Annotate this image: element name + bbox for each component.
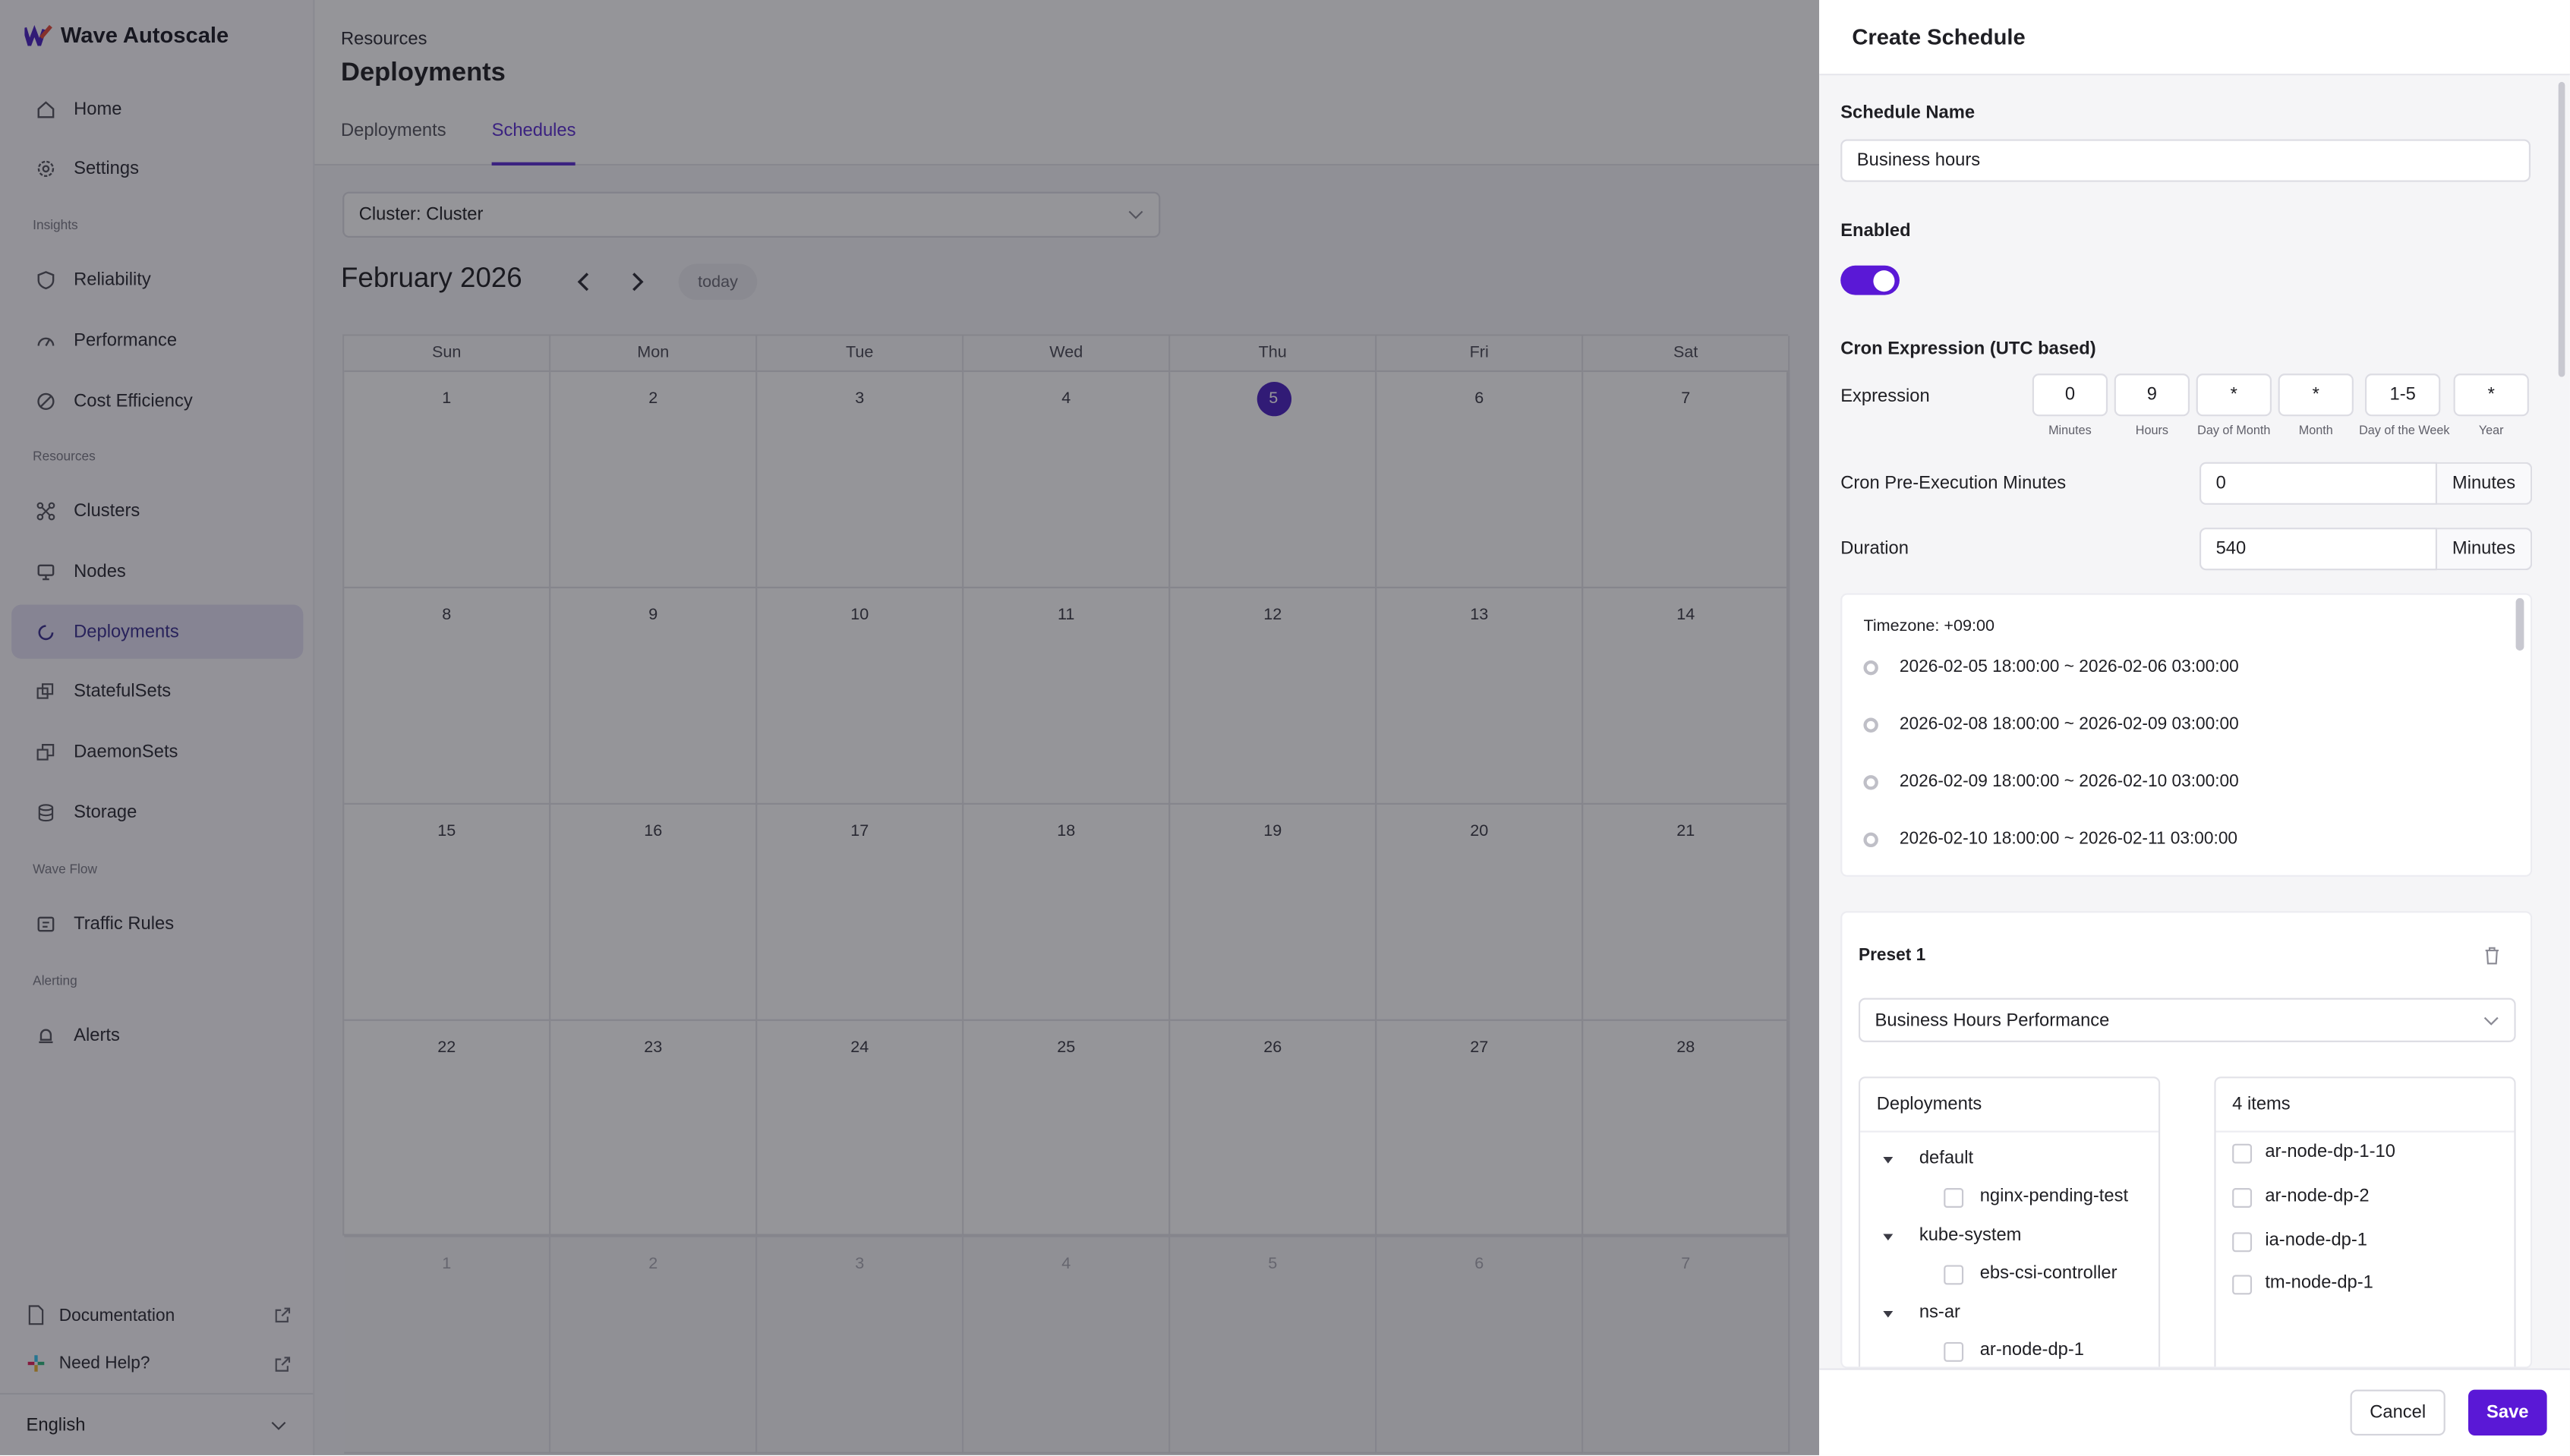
preset-select-value: Business Hours Performance <box>1875 1010 2110 1030</box>
tree-deployment[interactable]: ebs-csi-controller <box>1980 1263 2117 1283</box>
timeline-dot <box>1863 832 1878 848</box>
schedule-name-value: Business hours <box>1856 150 1981 171</box>
drawer-title: Create Schedule <box>1819 0 2570 76</box>
timezone-label: Timezone: +09:00 <box>1863 617 1995 636</box>
pre-execution-unit: Minutes <box>2436 462 2533 505</box>
cron-day-of-week-input[interactable]: 1-5 <box>2365 373 2441 417</box>
enabled-toggle[interactable] <box>1840 265 1900 295</box>
cron-expression-label: Cron Expression (UTC based) <box>1840 339 2096 359</box>
cron-minutes-input[interactable]: 0 <box>2032 373 2108 417</box>
schedule-window: 2026-02-10 18:00:00 ~ 2026-02-11 03:00:0… <box>1899 829 2238 849</box>
cron-year-caption: Year <box>2478 422 2504 438</box>
timeline-dot <box>1863 717 1878 733</box>
tree-namespace[interactable]: kube-system <box>1919 1226 2022 1246</box>
schedule-preview: Timezone: +09:00 2026-02-05 18:00:00 ~ 2… <box>1840 593 2533 877</box>
schedule-window: 2026-02-05 18:00:00 ~ 2026-02-06 03:00:0… <box>1899 657 2239 677</box>
cron-month-input[interactable]: * <box>2278 373 2354 417</box>
schedule-window: 2026-02-09 18:00:00 ~ 2026-02-10 03:00:0… <box>1899 771 2239 792</box>
duration-input[interactable]: 540 <box>2199 528 2437 571</box>
list-item[interactable]: ar-node-dp-2 <box>2265 1187 2369 1206</box>
drawer-footer: Cancel Save <box>1819 1368 2570 1455</box>
list-item[interactable]: ia-node-dp-1 <box>2265 1231 2367 1250</box>
selected-items-list: 4 items ar-node-dp-1-10 ar-node-dp-2 ia-… <box>2214 1076 2516 1367</box>
preset-title: Preset 1 <box>1858 945 1926 966</box>
deployment-checkbox[interactable] <box>1944 1341 1964 1362</box>
pre-execution-label: Cron Pre-Execution Minutes <box>1840 473 2067 493</box>
pre-execution-input[interactable]: 0 <box>2199 462 2437 505</box>
list-header: 4 items <box>2232 1095 2291 1114</box>
schedule-window: 2026-02-08 18:00:00 ~ 2026-02-09 03:00:0… <box>1899 714 2239 735</box>
cron-year-input[interactable]: * <box>2453 373 2529 417</box>
timeline-dot <box>1863 660 1878 676</box>
cron-hours-input[interactable]: 9 <box>2114 373 2190 417</box>
list-item[interactable]: tm-node-dp-1 <box>2265 1273 2373 1293</box>
duration-label: Duration <box>1840 539 1909 559</box>
drawer-scrollbar[interactable] <box>2555 75 2569 1368</box>
pre-execution-value: 0 <box>2215 473 2226 493</box>
scrollbar-thumb[interactable] <box>2558 81 2565 377</box>
expand-caret-icon[interactable] <box>1883 1310 1894 1318</box>
expand-caret-icon[interactable] <box>1883 1234 1894 1241</box>
expression-label: Expression <box>1840 386 1930 407</box>
item-checkbox[interactable] <box>2232 1275 2253 1295</box>
preset-select[interactable]: Business Hours Performance <box>1858 997 2516 1042</box>
expand-caret-icon[interactable] <box>1883 1157 1894 1164</box>
duration-unit: Minutes <box>2436 528 2533 571</box>
list-item[interactable]: ar-node-dp-1-10 <box>2265 1142 2395 1162</box>
tree-header: Deployments <box>1876 1095 1982 1114</box>
schedule-name-label: Schedule Name <box>1840 102 1976 123</box>
deployment-checkbox[interactable] <box>1944 1188 1964 1208</box>
item-checkbox[interactable] <box>2232 1188 2253 1208</box>
modal-backdrop[interactable] <box>0 0 1820 1455</box>
tree-namespace[interactable]: default <box>1919 1149 1973 1168</box>
tree-deployment[interactable]: nginx-pending-test <box>1980 1187 2128 1206</box>
save-button[interactable]: Save <box>2468 1389 2547 1436</box>
create-schedule-drawer: Create Schedule Schedule Name Business h… <box>1819 0 2570 1455</box>
schedule-name-input[interactable]: Business hours <box>1840 139 2531 182</box>
timeline-dot <box>1863 775 1878 790</box>
enabled-label: Enabled <box>1840 221 1911 241</box>
item-checkbox[interactable] <box>2232 1232 2253 1253</box>
tree-deployment[interactable]: ar-node-dp-1 <box>1980 1341 2084 1360</box>
preview-scrollbar[interactable] <box>2515 597 2524 651</box>
cancel-button[interactable]: Cancel <box>2350 1389 2445 1436</box>
deployment-checkbox[interactable] <box>1944 1265 1964 1285</box>
duration-value: 540 <box>2215 539 2247 559</box>
tree-namespace[interactable]: ns-ar <box>1919 1303 1960 1322</box>
cron-day-of-month-input[interactable]: * <box>2196 373 2272 417</box>
chevron-down-icon <box>2483 1016 2499 1025</box>
preset-card: Preset 1 Business Hours Performance Depl… <box>1840 911 2533 1369</box>
trash-icon[interactable] <box>2483 946 2501 966</box>
deployments-tree: Deployments default nginx-pending-test k… <box>1858 1076 2161 1367</box>
item-checkbox[interactable] <box>2232 1143 2253 1164</box>
